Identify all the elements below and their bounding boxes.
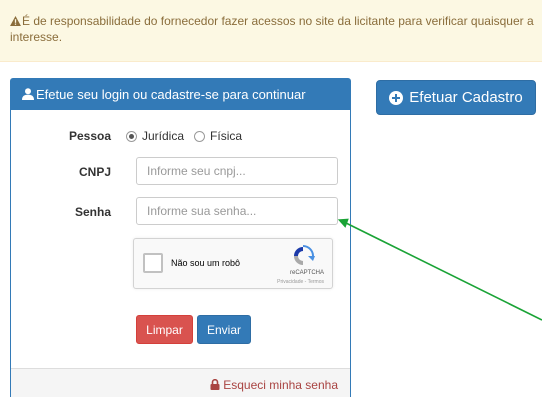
login-panel-title: Efetue seu login ou cadastre-se para con… [36, 87, 306, 102]
forgot-password-label: Esqueci minha senha [223, 378, 338, 392]
radio-fisica-button[interactable] [194, 130, 206, 142]
recaptcha-terms-link[interactable]: Privacidade - Termos [277, 279, 324, 285]
user-icon [22, 88, 34, 100]
warning-icon [10, 16, 21, 26]
radio-fisica-label: Física [210, 129, 243, 143]
cnpj-input[interactable] [136, 157, 338, 185]
recaptcha-brand: reCAPTCHA [289, 270, 324, 276]
login-panel-footer: Esqueci minha senha [11, 368, 350, 397]
efetuar-cadastro-button[interactable]: Efetuar Cadastro [376, 80, 536, 115]
recaptcha-logo-icon [294, 245, 315, 265]
submit-button[interactable]: Enviar [197, 315, 251, 344]
alert-text-line2: interesse. [10, 30, 63, 44]
senha-label: Senha [74, 205, 111, 219]
alert-text-line1: É de responsabilidade do fornecedor faze… [22, 14, 534, 28]
plus-circle-icon [389, 90, 404, 105]
responsibility-alert: É de responsabilidade do fornecedor faze… [0, 0, 542, 62]
recaptcha-checkbox[interactable] [143, 253, 163, 273]
clear-button[interactable]: Limpar [136, 315, 193, 344]
radio-fisica[interactable]: Física [194, 129, 242, 143]
radio-juridica[interactable]: Jurídica [126, 129, 184, 143]
login-panel-heading: Efetue seu login ou cadastre-se para con… [11, 79, 350, 110]
forgot-password-link[interactable]: Esqueci minha senha [210, 378, 338, 392]
senha-input[interactable] [136, 197, 338, 225]
radio-juridica-button[interactable] [126, 130, 137, 142]
cnpj-label: CNPJ [78, 165, 111, 179]
radio-juridica-label: Jurídica [142, 129, 185, 143]
lock-icon [210, 379, 220, 390]
pessoa-label: Pessoa [68, 129, 111, 143]
efetuar-cadastro-label: Efetuar Cadastro [409, 89, 523, 106]
recaptcha-widget: Não sou um robô reCAPTCHA Privacidade - … [133, 238, 333, 289]
pessoa-radio-group: Jurídica Física [126, 129, 252, 143]
recaptcha-label: Não sou um robô [171, 258, 241, 268]
